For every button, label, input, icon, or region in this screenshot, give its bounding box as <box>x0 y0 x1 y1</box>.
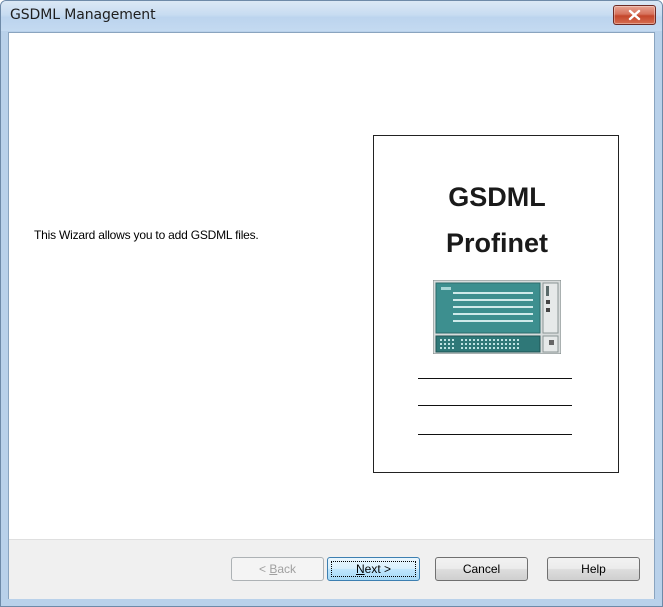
close-icon <box>628 9 641 21</box>
help-button[interactable]: Help <box>547 557 640 581</box>
doc-title-profinet: Profinet <box>445 228 548 258</box>
title-bar[interactable]: GSDML Management <box>1 1 662 31</box>
cancel-button[interactable]: Cancel <box>435 557 528 581</box>
profinet-device-icon <box>433 280 561 354</box>
back-label-prefix: < <box>258 562 270 576</box>
back-button[interactable]: < Back <box>231 557 324 581</box>
next-button[interactable]: Next > <box>327 557 420 581</box>
doc-line <box>418 434 572 435</box>
doc-line <box>418 378 572 379</box>
next-label-rest: ext > <box>364 562 392 576</box>
button-bar: < Back Next > Cancel Help <box>9 539 654 599</box>
back-label-rest: ack <box>277 562 297 576</box>
wizard-window: GSDML Management This Wizard allows you … <box>0 0 663 607</box>
intro-text: This Wizard allows you to add GSDML file… <box>34 228 259 242</box>
gsdml-document-illustration: GSDML Profinet <box>373 135 619 473</box>
next-label-mnemonic: N <box>355 562 365 576</box>
wizard-content: This Wizard allows you to add GSDML file… <box>8 32 655 599</box>
doc-line <box>418 405 572 406</box>
doc-title-gsdml: GSDML <box>448 182 546 212</box>
window-title: GSDML Management <box>10 7 156 23</box>
close-button[interactable] <box>613 5 656 25</box>
